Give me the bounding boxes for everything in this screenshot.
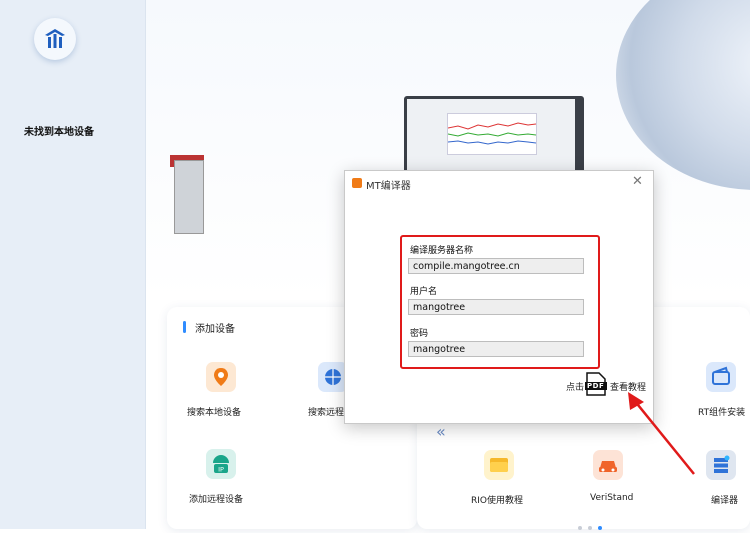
rt-component-install-label: RT组件安装 (698, 408, 746, 418)
location-pin-icon (206, 362, 236, 392)
ip-network-icon: IP (206, 449, 236, 479)
close-icon[interactable]: ✕ (632, 174, 643, 189)
earth-illustration (616, 0, 750, 190)
logo-icon (45, 29, 65, 48)
rio-tutorial-label: RIO使用教程 (471, 496, 523, 506)
server-icon (706, 450, 736, 480)
app-logo (34, 18, 76, 60)
carousel-dots (578, 520, 608, 533)
password-label: 密码 (410, 329, 429, 339)
compiler-label: 编译器 (711, 496, 739, 506)
rio-tutorial-button[interactable] (484, 450, 514, 480)
sidebar (0, 0, 146, 529)
double-chevron-left-icon[interactable]: « (436, 422, 446, 441)
password-input[interactable] (408, 341, 584, 357)
carousel-dot[interactable] (588, 526, 592, 530)
veristand-label: VeriStand (590, 493, 634, 503)
server-name-label: 编译服务器名称 (410, 246, 474, 256)
no-local-device-text: 未找到本地设备 (24, 127, 94, 138)
click-prompt: 点击 (566, 383, 585, 393)
search-local-device-label: 搜索本地设备 (187, 408, 242, 418)
rt-component-install-button[interactable] (706, 362, 736, 392)
folder-icon (484, 450, 514, 480)
server-name-input[interactable] (408, 258, 584, 274)
search-local-device-button[interactable] (206, 362, 236, 392)
username-label: 用户名 (410, 287, 438, 297)
app-icon (352, 178, 362, 188)
add-remote-device-button[interactable]: IP (206, 449, 236, 479)
compiler-button[interactable] (706, 450, 736, 480)
hardware-device-illustration (174, 160, 204, 234)
dialog-title: MT编译器 (366, 181, 411, 192)
search-remote-label: 搜索远程 (308, 408, 345, 418)
carousel-dot-active[interactable] (598, 526, 602, 530)
add-remote-device-label: 添加远程设备 (189, 495, 244, 505)
red-arrow-annotation (628, 392, 695, 475)
pdf-icon-text: PDF (587, 382, 605, 390)
add-device-title: 添加设备 (195, 324, 235, 335)
carousel-dot[interactable] (578, 526, 582, 530)
svg-text:IP: IP (218, 466, 224, 474)
username-input[interactable] (408, 299, 584, 315)
wallet-install-icon (706, 362, 736, 392)
section-accent-bar (183, 321, 186, 333)
